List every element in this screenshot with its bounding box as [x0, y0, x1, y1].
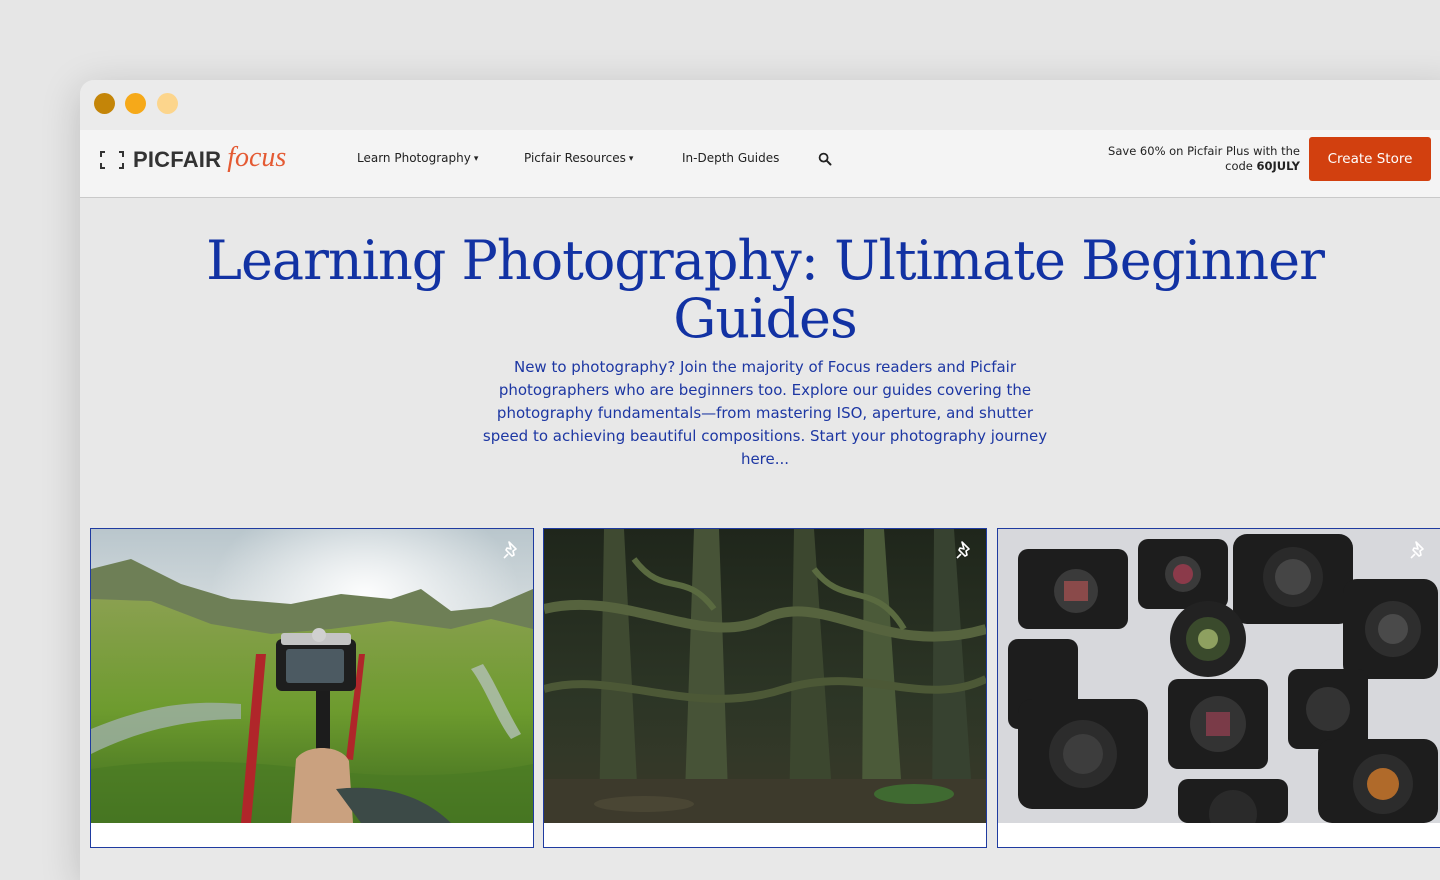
logo-brand: PICFAIR	[133, 147, 222, 172]
promo-text: Save 60% on Picfair Plus with the code 6…	[1080, 144, 1300, 174]
nav-in-depth-guides[interactable]: In-Depth Guides	[682, 151, 779, 165]
nav-picfair-resources[interactable]: Picfair Resources ▾	[524, 151, 633, 165]
logo-product: focus	[227, 142, 287, 173]
nav-label: Picfair Resources	[524, 151, 626, 165]
pin-icon[interactable]	[1408, 539, 1430, 561]
window-titlebar	[80, 80, 1440, 130]
guide-card[interactable]	[997, 528, 1440, 848]
promo-code: 60JULY	[1256, 159, 1300, 173]
caret-down-icon: ▾	[628, 154, 634, 164]
nav-label: In-Depth Guides	[682, 151, 780, 165]
frame-icon	[100, 151, 124, 169]
close-window-button[interactable]	[94, 93, 115, 114]
search-icon[interactable]	[818, 152, 832, 166]
create-store-button[interactable]: Create Store	[1309, 137, 1431, 181]
nav-learn-photography[interactable]: Learn Photography ▾	[357, 151, 478, 165]
site-header: PICFAIR focus Learn Photography ▾ Picfair…	[80, 130, 1440, 198]
page-title: Learning Photography: Ultimate Beginner …	[206, 229, 1325, 350]
guide-card[interactable]	[90, 528, 534, 848]
browser-window: PICFAIR focus Learn Photography ▾ Picfair…	[80, 80, 1440, 880]
guide-card[interactable]	[543, 528, 987, 848]
pin-icon[interactable]	[954, 539, 976, 561]
page-intro: New to photography? Join the majority of…	[482, 358, 1048, 468]
card-image	[91, 529, 533, 823]
site-logo[interactable]: PICFAIR focus	[100, 142, 287, 176]
caret-down-icon: ▾	[473, 154, 479, 164]
card-image	[544, 529, 986, 823]
nav-label: Learn Photography	[357, 151, 471, 165]
maximize-window-button[interactable]	[157, 93, 178, 114]
pin-icon[interactable]	[501, 539, 523, 561]
card-image	[998, 529, 1440, 823]
minimize-window-button[interactable]	[125, 93, 146, 114]
